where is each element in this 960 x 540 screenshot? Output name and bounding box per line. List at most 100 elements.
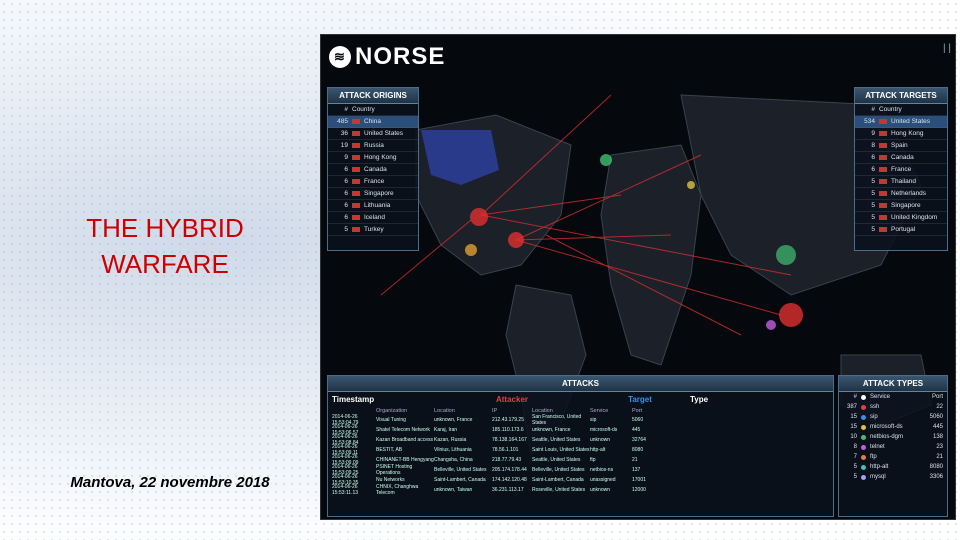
target-location: unknown, France [532,427,571,433]
target-flag-icon [879,203,887,208]
attack-row: 2014-06-26 15:53:09.11 BESTIT, AB Vilnius,… [328,444,833,456]
attacks-table-body: 2014-06-26 15:53:04.79 Visual Tuning unkno… [328,414,833,496]
norse-logo: ≋ NORSE [329,43,445,71]
target-location: San Francisco, United States [532,414,582,426]
attacker-ip: 78.56.1.101 [492,447,519,453]
target-flag-icon [879,143,887,148]
norse-attack-map-screenshot: ≋ NORSE | | ATTACK ORIGINS # Country 485… [320,34,956,520]
origin-count: 6 [344,190,348,197]
origins-list: 485 China 36 United States 19 Russia 9 Hong Kon… [328,116,418,236]
origin-flag-icon [352,167,360,172]
origin-country: France [364,178,385,185]
attacker-location: Karaj, Iran [434,427,458,433]
attacker-ip: 218.77.79.43 [492,457,522,463]
attack-type-count: 15 [850,424,857,430]
target-location: Belleville, United States [532,467,585,473]
origin-flag-icon [352,215,360,220]
attacker-organization: Kazan Broadband access [376,437,433,443]
attack-port: 137 [632,467,641,473]
origin-flag-icon [352,119,360,124]
norse-logo-icon: ≋ [329,46,351,68]
attacks-group-header: Timestamp Attacker Target Type [328,392,833,407]
target-country: Portugal [891,226,916,233]
target-location: Saint-Lambert, Canada [532,477,584,483]
origin-flag-icon [352,203,360,208]
targets-list: 534 United States 9 Hong Kong 8 Spain 6 Canada 6… [855,116,947,236]
attacker-location: unknown, France [434,417,473,423]
attack-type-port: 22 [936,404,943,410]
target-flag-icon [879,155,887,160]
origin-flag-icon [352,155,360,160]
attack-type-port: 5060 [929,414,943,420]
attack-type-color-dot [861,414,866,420]
target-country: Singapore [891,202,921,209]
attack-port: 8080 [632,447,644,453]
target-flag-icon [879,227,887,232]
target-country: France [891,166,912,173]
origin-row: 6 France [328,176,418,188]
attack-type-row: 387 ssh 22 [839,402,947,412]
origin-country: Russia [364,142,384,149]
target-row: 5 Singapore [855,200,947,212]
attacker-ip: 78.138.164.167 [492,437,527,443]
origin-count: 6 [344,178,348,185]
timestamp-label: Timestamp [332,395,375,404]
target-label: Target [628,395,652,404]
attack-type-row: 5 http-alt 8080 [839,462,947,472]
target-country: Hong Kong [891,130,924,137]
origin-count: 5 [344,226,348,233]
type-label: Type [690,395,709,404]
target-row: 6 Canada [855,152,947,164]
target-country: Netherlands [891,190,927,197]
attack-service: http-alt [590,447,606,453]
attack-type-count: 10 [850,434,857,440]
attack-service: unassigned [590,477,616,483]
attacker-ip: 36.231.113.17 [492,487,524,493]
target-country: Spain [891,142,908,149]
origin-row: 6 Canada [328,164,418,176]
attack-type-row: 10 netbios-dgm 138 [839,432,947,442]
attacker-organization: CHINANET-BB Hengyang [376,457,434,463]
origin-country: United States [364,130,404,137]
target-flag-icon [879,167,887,172]
attack-port: 21 [632,457,638,463]
attacker-ip: 212.43.179.25 [492,417,524,423]
origin-row: 36 United States [328,128,418,140]
attack-service: unknown [590,487,611,493]
attack-port: 32764 [632,437,646,443]
attack-origins-title: ATTACK ORIGINS [328,88,418,104]
attack-type-row: 15 sip 5060 [839,412,947,422]
target-row: 5 Thailand [855,176,947,188]
attacks-panel: ATTACKS Timestamp Attacker Target Type O… [327,375,834,517]
attack-type-row: 15 microsoft-ds 445 [839,422,947,432]
slide-title: THE HYBRID WARFARE [60,210,270,282]
target-count: 8 [871,142,875,149]
target-flag-icon [879,215,887,220]
origin-flag-icon [352,179,360,184]
menu-bars-icon[interactable]: | | [943,43,951,54]
attack-service: microsoft-ds [590,427,618,433]
attack-port: 12000 [632,487,646,493]
attack-type-port: 445 [932,424,943,430]
types-list: 387 ssh 22 15 sip 5060 15 microsoft-ds 445 10 netb… [839,402,947,482]
target-flag-icon [879,179,887,184]
norse-logo-text: NORSE [355,43,446,70]
attack-row: 2014-06-26 15:53:11.13 CHNIX, Changhwa Te… [328,484,833,496]
origin-country: China [364,118,381,125]
origin-row: 5 Turkey [328,224,418,236]
attack-type-color-dot [861,444,866,450]
target-location: Saint Louis, United States [532,447,590,453]
origin-count: 19 [340,142,348,149]
attack-type-port: 23 [936,444,943,450]
origin-flag-icon [352,227,360,232]
attack-origins-panel: ATTACK ORIGINS # Country 485 China 36 Unite… [327,87,419,251]
target-count: 5 [871,202,875,209]
target-flag-icon [879,119,887,124]
target-country: United Kingdom [891,214,938,221]
origin-row: 9 Hong Kong [328,152,418,164]
origin-row: 6 Iceland [328,212,418,224]
attack-port: 17001 [632,477,646,483]
target-location: Seattle, United States [532,437,581,443]
origin-flag-icon [352,131,360,136]
target-row: 6 France [855,164,947,176]
